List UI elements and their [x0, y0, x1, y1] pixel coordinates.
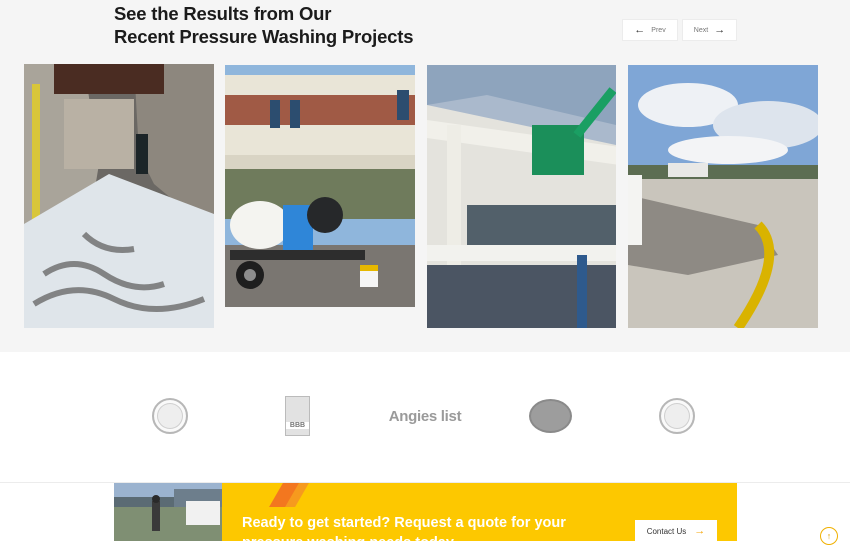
- arrow-up-icon: ↑: [826, 531, 832, 541]
- project-photo-2[interactable]: [225, 65, 415, 307]
- arrow-right-icon: →: [714, 23, 726, 36]
- contact-us-button[interactable]: Contact Us →: [635, 520, 717, 541]
- cta-photo: [114, 483, 222, 541]
- gallery-heading: See the Results from Our Recent Pressure…: [114, 2, 414, 48]
- project-photo-1[interactable]: [24, 64, 214, 328]
- angies-list-logo: Angies list: [388, 407, 462, 425]
- seal-badge-icon: [659, 398, 695, 434]
- scroll-to-top-button[interactable]: ↑: [820, 527, 838, 545]
- gallery-heading-line2: Recent Pressure Washing Projects: [114, 26, 414, 47]
- cta-banner: Ready to get started? Request a quote fo…: [114, 483, 737, 541]
- trust-badges-row: BBB Angies list: [0, 352, 850, 482]
- award-badge-icon: [529, 399, 572, 433]
- arrow-left-icon: ←: [634, 23, 646, 36]
- cta-headline: Ready to get started? Request a quote fo…: [242, 515, 566, 541]
- project-photo-4[interactable]: [628, 65, 818, 328]
- project-photo-3[interactable]: [427, 65, 616, 328]
- bbb-text: BBB: [286, 422, 309, 429]
- bbb-logo: BBB: [285, 396, 310, 436]
- gallery-heading-line1: See the Results from Our: [114, 3, 332, 24]
- seal-badge-icon: [152, 398, 188, 434]
- project-gallery-section: See the Results from Our Recent Pressure…: [0, 0, 850, 352]
- prev-label: Prev: [651, 26, 666, 34]
- next-button[interactable]: Next →: [682, 19, 737, 41]
- contact-us-label: Contact Us: [646, 526, 687, 536]
- next-label: Next: [693, 26, 709, 34]
- arrow-right-icon: →: [694, 524, 706, 537]
- bbb-badge-icon: BBB: [285, 396, 310, 436]
- prev-button[interactable]: ← Prev: [622, 19, 678, 41]
